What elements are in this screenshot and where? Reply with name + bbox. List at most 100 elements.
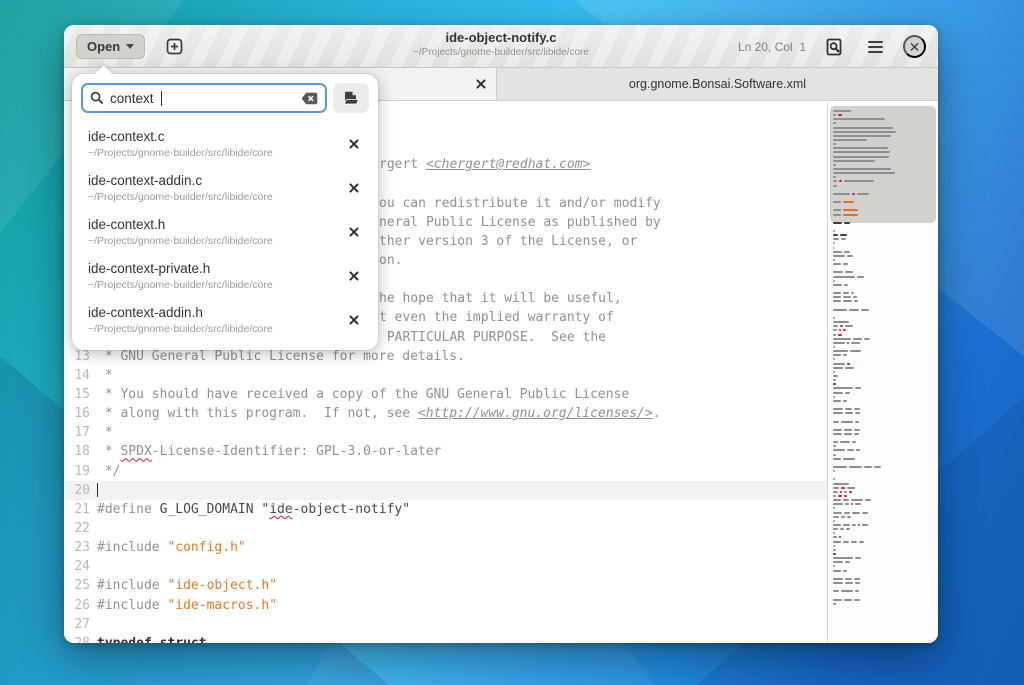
minimap-line bbox=[833, 284, 848, 286]
result-remove-button[interactable] bbox=[344, 222, 364, 242]
line-number: 22 bbox=[64, 519, 90, 538]
window-close-button[interactable]: ✕ bbox=[903, 35, 926, 58]
minimap-line bbox=[833, 300, 858, 302]
result-file-name: ide-context.h bbox=[88, 217, 338, 232]
minimap-line bbox=[833, 541, 864, 543]
window-title: ide-object-notify.c bbox=[413, 30, 589, 45]
minimap-line bbox=[833, 168, 891, 170]
minimap-line bbox=[833, 516, 851, 518]
minimap-line bbox=[833, 280, 835, 282]
minimap-line bbox=[833, 346, 835, 348]
close-icon: ✕ bbox=[909, 40, 921, 54]
code-line-22: 22 bbox=[64, 519, 827, 538]
clear-backspace-icon[interactable] bbox=[301, 92, 318, 105]
minimap-line bbox=[833, 160, 875, 162]
search-result-row[interactable]: ide-context-private.h ~/Projects/gnome-b… bbox=[72, 254, 378, 298]
minimap-line bbox=[833, 156, 889, 158]
open-button[interactable]: Open bbox=[76, 34, 145, 59]
tab-bonsai-software-xml[interactable]: org.gnome.Bonsai.Software.xml bbox=[497, 68, 938, 100]
minimap-line bbox=[833, 118, 885, 120]
minimap-line bbox=[833, 433, 859, 435]
search-result-row[interactable]: ide-context-addin.h ~/Projects/gnome-bui… bbox=[72, 298, 378, 342]
minimap-line bbox=[833, 317, 835, 319]
minimap-line bbox=[833, 354, 847, 356]
code-line-15: 15 * You should have received a copy of … bbox=[64, 385, 827, 404]
minimap-line bbox=[833, 350, 861, 352]
minimap-line bbox=[833, 478, 835, 480]
line-number: 17 bbox=[64, 423, 90, 442]
line-number: 28 bbox=[64, 634, 90, 643]
minimap-line bbox=[833, 164, 836, 166]
minimap-line bbox=[833, 151, 890, 153]
minimap-line bbox=[833, 387, 861, 389]
minimap-line bbox=[833, 375, 838, 377]
close-icon bbox=[476, 79, 486, 89]
header-bar: Open ide-object-notify.c ~/Projects/gnom… bbox=[64, 25, 938, 68]
minimap-line bbox=[833, 321, 849, 323]
minimap-line bbox=[833, 238, 846, 240]
minimap-line bbox=[833, 135, 891, 137]
minimap-line bbox=[833, 131, 896, 133]
minimap-line bbox=[833, 334, 842, 336]
minimap-line bbox=[833, 329, 846, 331]
document-search-icon bbox=[826, 38, 842, 56]
minimap-line bbox=[833, 412, 860, 414]
minimap-line bbox=[833, 247, 834, 249]
minimap-line bbox=[833, 578, 860, 580]
code-line-26: 26#include "ide-macros.h" bbox=[64, 596, 827, 615]
result-remove-button[interactable] bbox=[344, 310, 364, 330]
minimap-line bbox=[833, 528, 850, 530]
minimap-line bbox=[833, 276, 864, 278]
search-result-row[interactable]: ide-context.c ~/Projects/gnome-builder/s… bbox=[72, 122, 378, 166]
search-result-row[interactable]: ide-context-addin.c ~/Projects/gnome-bui… bbox=[72, 166, 378, 210]
open-file-button[interactable] bbox=[333, 83, 369, 113]
minimap-line bbox=[833, 454, 836, 456]
line-number: 23 bbox=[64, 538, 90, 557]
code-line-14: 14 * bbox=[64, 366, 827, 385]
document-open-icon bbox=[342, 90, 360, 106]
minimap-line bbox=[833, 557, 861, 559]
result-file-name: ide-context.c bbox=[88, 129, 338, 144]
minimap-line bbox=[833, 222, 850, 224]
minimap-line bbox=[833, 110, 851, 112]
result-file-path: ~/Projects/gnome-builder/src/libide/core bbox=[88, 323, 338, 335]
search-input[interactable]: context bbox=[81, 83, 327, 113]
document-search-button[interactable] bbox=[821, 34, 847, 60]
line-number: 21 bbox=[64, 500, 90, 519]
new-tab-button[interactable] bbox=[161, 34, 187, 60]
code-line-19: 19 */ bbox=[64, 462, 827, 481]
line-number: 20 bbox=[64, 481, 90, 500]
menu-button[interactable] bbox=[862, 34, 888, 60]
code-line-20: 20 bbox=[64, 481, 827, 500]
minimap-line bbox=[833, 172, 895, 174]
minimap-line bbox=[833, 512, 868, 514]
search-results: ide-context.c ~/Projects/gnome-builder/s… bbox=[72, 118, 378, 350]
window-subtitle: ~/Projects/gnome-builder/src/libide/core bbox=[413, 47, 589, 58]
minimap-line bbox=[833, 379, 836, 381]
line-number: 24 bbox=[64, 557, 90, 576]
search-input-value: context bbox=[110, 91, 154, 106]
code-line-25: 25#include "ide-object.h" bbox=[64, 576, 827, 595]
line-number: 25 bbox=[64, 576, 90, 595]
minimap-viewport[interactable] bbox=[830, 106, 936, 223]
line-number: 15 bbox=[64, 385, 90, 404]
result-file-path: ~/Projects/gnome-builder/src/libide/core bbox=[88, 279, 338, 291]
minimap-line bbox=[833, 127, 893, 129]
result-remove-button[interactable] bbox=[344, 134, 364, 154]
minimap-line bbox=[833, 143, 836, 145]
minimap-line bbox=[833, 458, 855, 460]
result-remove-button[interactable] bbox=[344, 178, 364, 198]
search-result-row[interactable]: ide-context.h ~/Projects/gnome-builder/s… bbox=[72, 210, 378, 254]
code-line-28: 28typedef struct bbox=[64, 634, 827, 643]
result-remove-button[interactable] bbox=[344, 266, 364, 286]
minimap-line bbox=[833, 524, 868, 526]
minimap-line bbox=[833, 392, 850, 394]
text-caret bbox=[161, 91, 162, 106]
tab-close-button[interactable] bbox=[470, 73, 492, 95]
minimap-line bbox=[833, 466, 881, 468]
minimap[interactable] bbox=[827, 102, 938, 643]
minimap-line bbox=[833, 603, 836, 605]
minimap-line bbox=[833, 176, 836, 178]
minimap-line bbox=[833, 396, 835, 398]
minimap-line bbox=[833, 561, 850, 563]
